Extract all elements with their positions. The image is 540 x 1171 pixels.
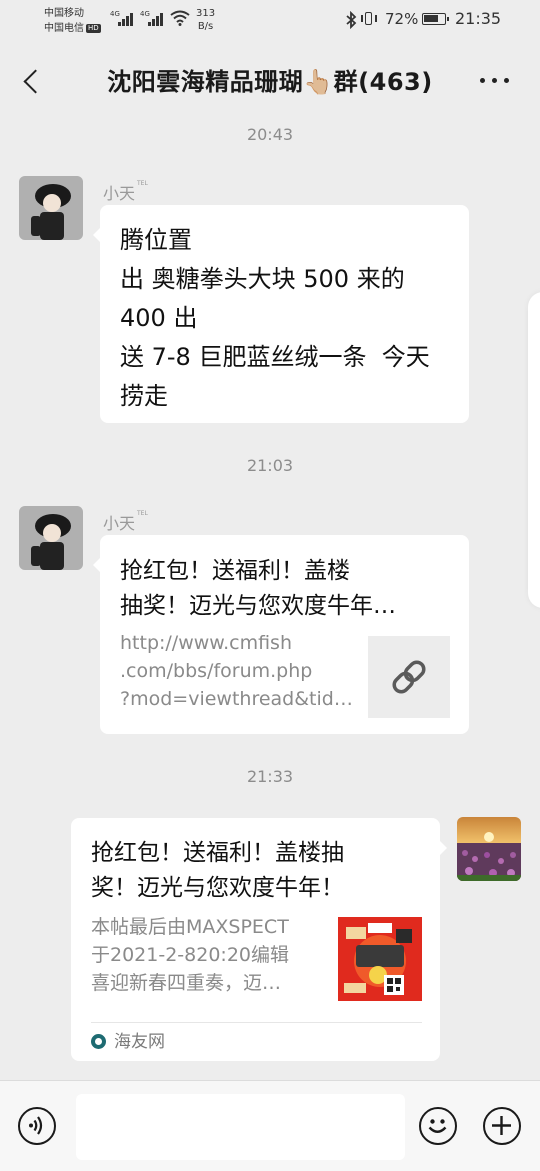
carrier-2: 中国电信 — [44, 23, 84, 34]
link-thumbnail — [368, 636, 450, 718]
battery-icon — [422, 13, 449, 25]
bluetooth-icon — [346, 11, 357, 29]
more-options-button[interactable] — [478, 68, 512, 92]
message-timestamp: 21:03 — [246, 456, 294, 475]
link-card-title: 抢红包！送福利！盖楼 抽奖！迈光与您欢度牛年… — [120, 558, 396, 619]
article-card-description: 本帖最后由MAXSPECT 于2021-2-820:20编辑 喜迎新春四重奏，迈… — [91, 916, 289, 994]
avatar[interactable] — [457, 817, 521, 881]
vibrate-icon — [360, 12, 378, 26]
link-card-url: http://www.cmfish .com/bbs/forum.php ?mo… — [120, 632, 353, 710]
plus-icon — [492, 1116, 511, 1135]
article-thumbnail — [338, 917, 422, 1001]
message-timestamp: 20:43 — [246, 125, 294, 144]
avatar-image — [19, 506, 83, 570]
hd-badge: HD — [86, 23, 101, 33]
chat-input-bar — [0, 1080, 540, 1171]
avatar[interactable] — [19, 506, 83, 570]
message-timestamp: 21:33 — [246, 767, 294, 786]
voice-button[interactable] — [18, 1107, 56, 1145]
voice-icon — [29, 1116, 43, 1135]
status-bar: 中国移动 中国电信 HD 4G 4G 313 B/s 72% 21:35 — [44, 6, 502, 36]
article-source: 海友网 — [91, 1030, 165, 1054]
carrier-labels: 中国移动 中国电信 HD — [44, 6, 101, 36]
chat-title: 沈阳雲海精品珊瑚👆🏼群(463) — [107, 68, 433, 96]
network-speed: 313 B/s — [196, 8, 216, 32]
link-icon — [392, 660, 426, 694]
emoji-button[interactable] — [419, 1107, 457, 1145]
avatar-image — [457, 817, 521, 881]
avatar[interactable] — [19, 176, 83, 240]
card-divider — [91, 1022, 422, 1023]
message-input[interactable] — [76, 1094, 405, 1160]
carrier-1: 中国移动 — [44, 8, 84, 19]
wifi-icon — [170, 10, 190, 26]
battery-percent: 72% — [385, 10, 419, 28]
status-time: 21:35 — [455, 9, 502, 28]
link-card[interactable]: 抢红包！送福利！盖楼 抽奖！迈光与您欢度牛年… http://www.cmfis… — [93, 535, 469, 734]
article-card-title: 抢红包！送福利！盖楼抽 奖！迈光与您欢度牛年！ — [91, 840, 344, 901]
more-functions-button[interactable] — [483, 1107, 521, 1145]
shared-article-card[interactable]: 抢红包！送福利！盖楼抽 奖！迈光与您欢度牛年！ 本帖最后由MAXSPECT 于2… — [71, 818, 447, 1061]
message-text: 腾位置 出 奥糖拳头大块 500 来的 400 出 送 7-8 巨肥蓝丝绒一条 … — [120, 226, 430, 410]
message-bubble[interactable]: 腾位置 出 奥糖拳头大块 500 来的 400 出 送 7-8 巨肥蓝丝绒一条 … — [93, 205, 469, 423]
floating-side-panel[interactable] — [528, 292, 540, 608]
source-logo-icon — [91, 1034, 106, 1049]
back-button[interactable] — [18, 60, 48, 100]
avatar-image — [19, 176, 83, 240]
sender-name: 小天TEL — [103, 510, 148, 533]
sender-name: 小天TEL — [103, 180, 148, 203]
emoji-icon — [428, 1119, 447, 1133]
chat-header: 沈阳雲海精品珊瑚👆🏼群(463) — [0, 40, 540, 120]
